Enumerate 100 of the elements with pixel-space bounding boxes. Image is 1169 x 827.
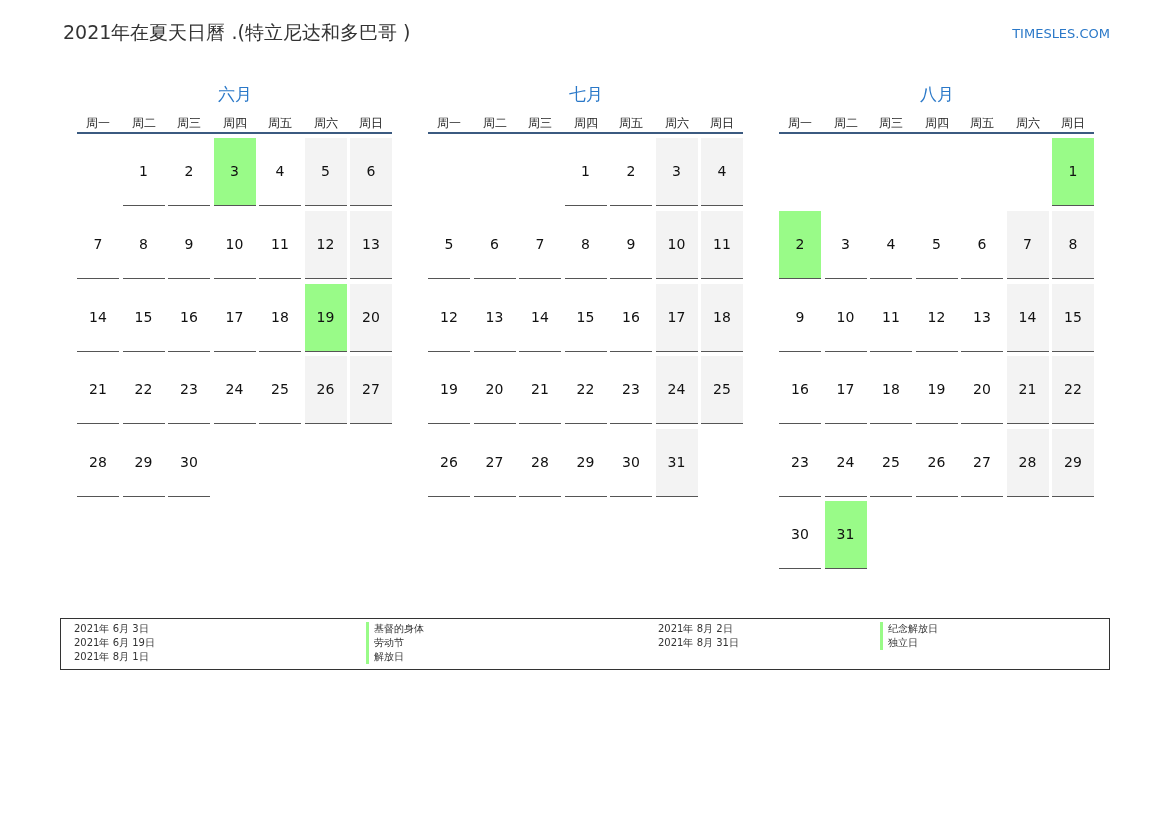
day-cell: 31 [655,428,698,497]
day-cell: 28 [519,428,561,497]
day-cell: 24 [655,356,698,424]
day-cell: 11 [259,211,301,279]
day-cell: 22 [122,356,165,424]
day-cell: 12 [428,283,470,352]
day-cell: 14 [1006,283,1049,352]
day-cell: 21 [1006,356,1049,424]
day-cell: 11 [870,283,912,352]
day-cell: 9 [610,211,652,279]
weekday-label: 周五 [267,115,293,132]
holiday-name: 解放日 [366,649,404,664]
day-cell: 13 [473,283,516,352]
day-cell: 25 [870,428,912,497]
day-cell: 27 [350,356,392,424]
holiday-date: 2021年 6月 3日 [74,621,150,636]
day-cell: 8 [1052,211,1094,279]
day-cell: 1 [564,138,607,206]
weekday-label: 周三 [176,115,202,132]
day-cell: 24 [824,428,867,497]
day-cell: 25 [701,356,743,424]
day-cell: 22 [564,356,607,424]
weekday-label: 周六 [663,115,690,132]
weekday-label: 周三 [878,115,904,132]
day-cell: 27 [961,428,1003,497]
day-cell: 14 [519,283,561,352]
day-cell: 3 [655,138,698,206]
site-link[interactable]: TIMESLES.COM [1012,25,1110,41]
day-cell: 23 [610,356,652,424]
weekday-label: 周六 [312,115,339,132]
day-cell: 14 [77,283,119,352]
holiday-date: 2021年 6月 19日 [74,635,156,650]
day-cell: 1 [1052,138,1094,206]
calendar-title: 2021年在夏天日曆 .(特立尼达和多巴哥 ) [63,20,411,45]
day-cell: 2 [779,211,821,279]
holiday-name: 劳动节 [366,635,404,650]
day-cell: 13 [350,211,392,279]
weekday-label: 周一 [436,115,462,132]
day-cell: 21 [77,356,119,424]
day-cell: 22 [1052,356,1094,424]
weekday-label: 周日 [709,115,735,132]
day-cell: 15 [1052,283,1094,352]
day-cell: 17 [213,283,256,352]
day-cell: 13 [961,283,1003,352]
day-cell: 20 [961,356,1003,424]
day-cell: 15 [564,283,607,352]
holiday-date: 2021年 8月 2日 [658,621,734,636]
day-cell: 23 [779,428,821,497]
day-cell: 10 [655,211,698,279]
day-cell: 19 [915,356,958,424]
weekday-label: 周一 [787,115,813,132]
day-cell: 4 [701,138,743,206]
day-cell: 2 [168,138,210,206]
month-name: 八月 [918,83,955,106]
day-cell: 6 [473,211,516,279]
day-cell: 19 [428,356,470,424]
day-cell: 10 [213,211,256,279]
day-cell: 9 [779,283,821,352]
day-cell: 28 [77,428,119,497]
day-cell: 5 [428,211,470,279]
day-cell: 17 [824,356,867,424]
day-cell: 5 [304,138,347,206]
weekday-label: 周五 [969,115,995,132]
day-cell: 10 [824,283,867,352]
day-cell: 30 [779,501,821,569]
day-cell: 18 [870,356,912,424]
day-cell: 12 [915,283,958,352]
weekday-label: 周六 [1014,115,1041,132]
day-cell: 7 [1006,211,1049,279]
day-cell: 16 [779,356,821,424]
holiday-name: 基督的身体 [366,621,424,636]
day-cell: 19 [304,283,347,352]
day-cell: 1 [122,138,165,206]
day-cell: 30 [168,428,210,497]
day-cell: 16 [610,283,652,352]
day-cell: 26 [304,356,347,424]
day-cell: 7 [77,211,119,279]
day-cell: 4 [870,211,912,279]
day-cell: 25 [259,356,301,424]
day-cell: 24 [213,356,256,424]
day-cell: 15 [122,283,165,352]
day-cell: 8 [122,211,165,279]
day-cell: 9 [168,211,210,279]
day-cell: 27 [473,428,516,497]
day-cell: 21 [519,356,561,424]
day-cell: 16 [168,283,210,352]
weekday-label: 周四 [572,115,599,132]
day-cell: 26 [915,428,958,497]
month-name: 六月 [216,83,253,106]
holiday-name: 独立日 [880,635,918,650]
weekday-label: 周三 [527,115,553,132]
weekday-label: 周四 [221,115,248,132]
day-cell: 29 [122,428,165,497]
weekday-label: 周一 [85,115,111,132]
weekday-label: 周日 [1060,115,1086,132]
holiday-date: 2021年 8月 1日 [74,649,150,664]
day-cell: 29 [1052,428,1094,497]
weekday-label: 周二 [481,115,508,132]
day-cell: 6 [350,138,392,206]
weekday-label: 周二 [130,115,157,132]
